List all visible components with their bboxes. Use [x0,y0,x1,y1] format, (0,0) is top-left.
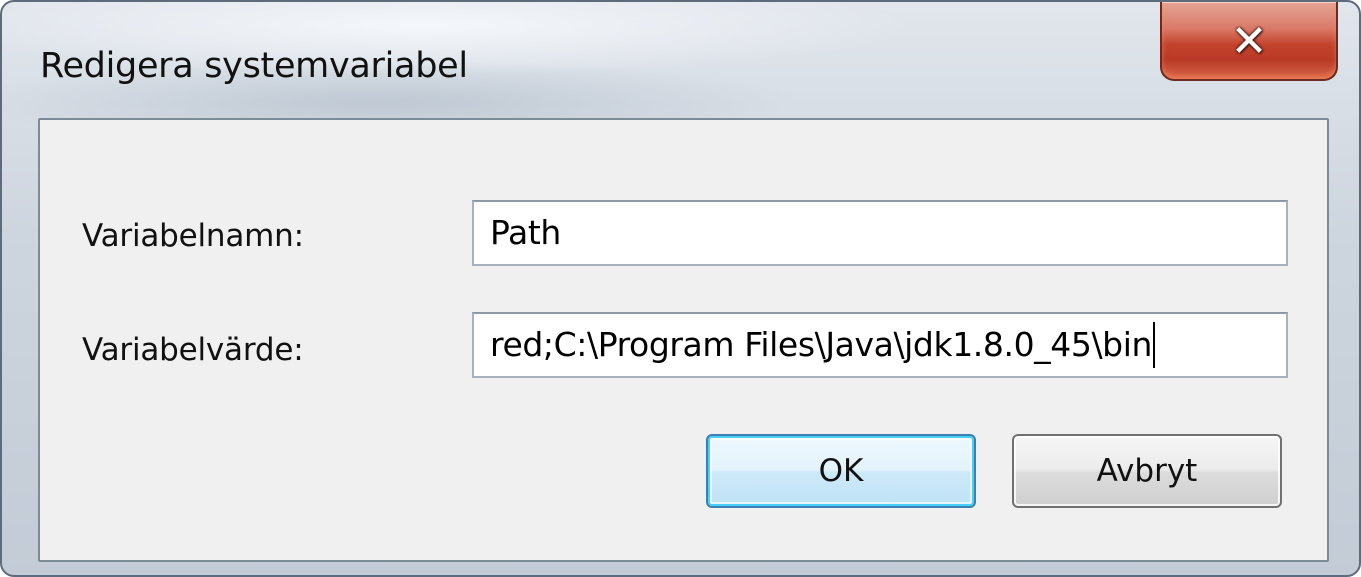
variable-name-label: Variabelnamn: [82,218,304,254]
variable-value-label: Variabelvärde: [82,332,304,368]
title-bar[interactable]: Redigera systemvariabel [2,2,1359,118]
dialog-client-area: Variabelnamn: Path Variabelvärde: red;C:… [38,118,1329,562]
variable-value-field[interactable]: red;C:\Program Files\Java\jdk1.8.0_45\bi… [472,312,1288,378]
close-icon: ✕ [1230,16,1268,68]
variable-name-field[interactable]: Path [472,200,1288,266]
window-title: Redigera systemvariabel [40,46,468,86]
cancel-button[interactable]: Avbryt [1012,434,1282,508]
variable-name-value: Path [490,213,561,252]
close-button[interactable]: ✕ [1160,2,1338,81]
text-caret [1153,321,1156,368]
ok-button[interactable]: OK [706,434,976,508]
dialog-window: Redigera systemvariabel ✕ Variabelnamn: … [0,0,1361,577]
variable-value-value: red;C:\Program Files\Java\jdk1.8.0_45\bi… [490,325,1153,364]
